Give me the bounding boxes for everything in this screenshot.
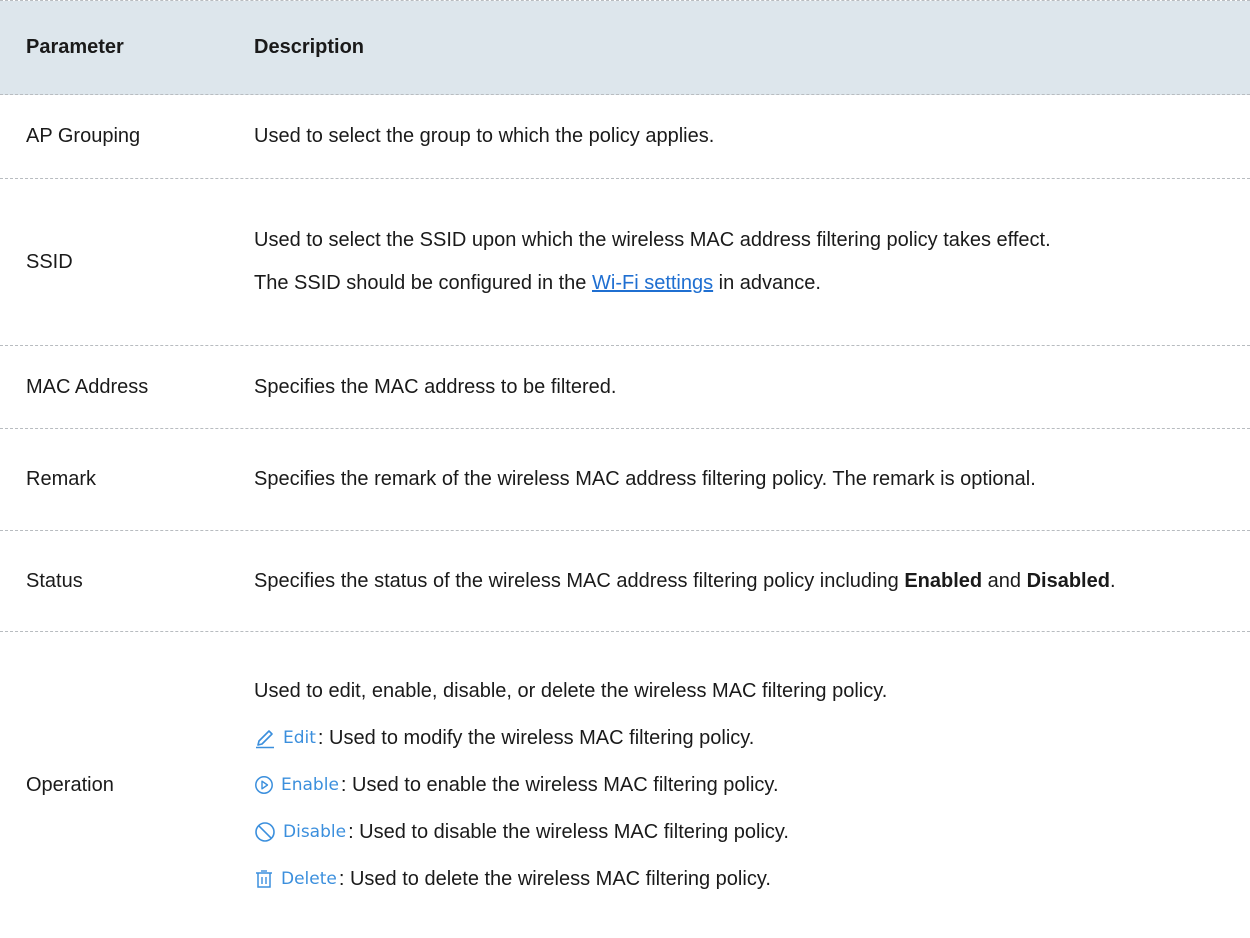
enable-description: : Used to enable the wireless MAC filter… [340,773,779,796]
description-cell: Used to select the group to which the po… [254,122,1250,151]
wifi-settings-link[interactable]: Wi-Fi settings [592,272,713,294]
disable-button[interactable]: Disable [254,820,346,845]
description-cell: Specifies the remark of the wireless MAC… [254,465,1250,494]
enable-button[interactable]: Enable [254,773,339,798]
disable-label: Disable [283,821,347,842]
header-parameter: Parameter [26,36,124,58]
edit-label: Edit [283,727,316,748]
param-cell: SSID [26,250,73,273]
description-text: Used to select the group to which the po… [254,125,715,147]
description-cell: Specifies the MAC address to be filtered… [254,373,1250,402]
table-row-operation: Operation Used to edit, enable, disable,… [0,632,1250,938]
param-cell: Status [26,569,83,592]
text-fragment: in advance. [713,272,821,294]
parameter-table: Parameter Description AP Grouping Used t… [0,0,1250,938]
description-cell: Specifies the status of the wireless MAC… [254,567,1250,596]
description-cell: Used to select the SSID upon which the w… [254,226,1250,298]
play-circle-icon [254,775,274,795]
param-cell: Remark [26,468,97,490]
description-text: Used to select the SSID upon which the w… [254,229,1051,251]
operation-delete-line: Delete : Used to delete the wireless MAC… [254,865,1232,894]
disabled-term: Disabled [1026,569,1110,592]
edit-description: : Used to modify the wireless MAC filter… [317,726,755,749]
table-row-remark: Remark Specifies the remark of the wirel… [0,429,1250,531]
description-text: Specifies the status of the wireless MAC… [254,567,1232,596]
operation-disable-line: Disable : Used to disable the wireless M… [254,818,1232,847]
enable-label: Enable [281,774,339,795]
operation-edit-line: Edit : Used to modify the wireless MAC f… [254,724,1232,753]
param-cell: MAC Address [26,375,149,398]
table-row-ssid: SSID Used to select the SSID upon which … [0,179,1250,346]
description-text: Specifies the MAC address to be filtered… [254,375,617,398]
text-fragment: Specifies the status of the wireless MAC… [254,569,905,592]
delete-description: : Used to delete the wireless MAC filter… [338,867,771,890]
description-cell: Used to edit, enable, disable, or delete… [254,677,1250,894]
param-cell: Operation [26,773,114,796]
operation-enable-line: Enable : Used to enable the wireless MAC… [254,771,1232,800]
text-fragment: . [1109,569,1116,592]
header-description: Description [254,36,365,58]
param-cell: AP Grouping [26,125,141,147]
disable-description: : Used to disable the wireless MAC filte… [348,820,789,843]
trash-icon [254,869,274,889]
description-text: Specifies the remark of the wireless MAC… [254,468,1036,490]
ban-circle-icon [254,821,276,843]
table-row-ap-grouping: AP Grouping Used to select the group to … [0,95,1250,179]
enabled-term: Enabled [904,569,983,592]
table-header: Parameter Description [0,1,1250,95]
delete-label: Delete [281,868,337,889]
text-fragment: The SSID should be configured in the [254,272,592,294]
table-row-status: Status Specifies the status of the wirel… [0,531,1250,632]
description-text: The SSID should be configured in the Wi-… [254,269,1232,298]
table-row-mac-address: MAC Address Specifies the MAC address to… [0,346,1250,429]
text-fragment: and [982,569,1027,592]
description-text: Used to edit, enable, disable, or delete… [254,679,888,702]
delete-button[interactable]: Delete [254,867,337,892]
edit-button[interactable]: Edit [254,726,316,751]
pencil-icon [254,727,276,749]
operation-intro: Used to edit, enable, disable, or delete… [254,677,1232,706]
